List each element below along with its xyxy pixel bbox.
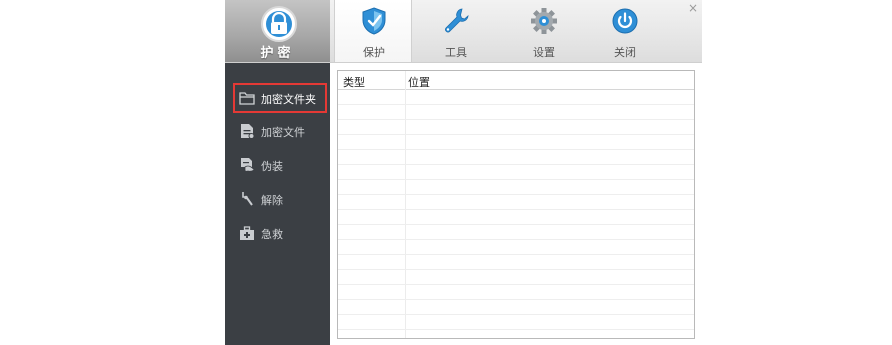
tab-protect-label: 保护 <box>363 46 385 59</box>
column-header-location[interactable]: 位置 <box>408 74 430 90</box>
sidebar-item-encrypt-file[interactable]: 加密文件 <box>235 118 325 144</box>
tab-close-label: 关闭 <box>614 46 636 59</box>
tab-close[interactable]: 关闭 <box>586 0 664 62</box>
sidebar-item-label: 加密文件 <box>261 126 305 139</box>
shield-icon <box>362 7 386 35</box>
first-aid-kit-icon <box>240 226 254 240</box>
power-icon <box>612 8 638 34</box>
sidebar-item-label: 解除 <box>261 194 283 207</box>
brand-name: 护密 <box>260 46 295 61</box>
tab-settings[interactable]: 设置 <box>505 0 583 62</box>
window-close-button[interactable]: × <box>688 2 698 14</box>
logo: 护密 <box>225 0 330 62</box>
tab-tools[interactable]: 工具 <box>417 0 495 62</box>
sidebar-item-label: 急救 <box>261 228 283 241</box>
protected-items-table[interactable]: 类型 位置 <box>337 70 695 339</box>
table-header: 类型 位置 <box>338 71 694 90</box>
table-rows <box>338 90 694 338</box>
sidebar-item-encrypt-folder[interactable]: 加密文件夹 <box>233 83 327 113</box>
sidebar-item-label: 伪装 <box>261 160 283 173</box>
main-window: 护密 保护 工具 设置 关闭 × 加密文件夹 加密文件 伪装 解除 急救 类型 … <box>225 0 702 345</box>
disguise-icon <box>241 158 255 172</box>
sidebar: 加密文件夹 加密文件 伪装 解除 急救 <box>225 63 330 345</box>
sidebar-item-disguise[interactable]: 伪装 <box>235 152 325 178</box>
column-header-type[interactable]: 类型 <box>343 74 365 90</box>
sidebar-item-first-aid[interactable]: 急救 <box>235 220 325 246</box>
tab-tools-label: 工具 <box>445 46 467 59</box>
tab-protect[interactable]: 保护 <box>334 0 412 62</box>
padlock-shield-icon <box>261 6 297 42</box>
sidebar-item-unlock[interactable]: 解除 <box>235 186 325 212</box>
tab-settings-label: 设置 <box>533 46 555 59</box>
gear-icon <box>531 8 557 34</box>
top-toolbar: 护密 保护 工具 设置 关闭 × <box>225 0 702 63</box>
unlock-icon <box>242 192 253 206</box>
folder-icon <box>239 92 255 105</box>
sidebar-item-label: 加密文件夹 <box>261 93 316 106</box>
file-icon <box>241 124 255 139</box>
wrench-icon <box>445 8 469 33</box>
